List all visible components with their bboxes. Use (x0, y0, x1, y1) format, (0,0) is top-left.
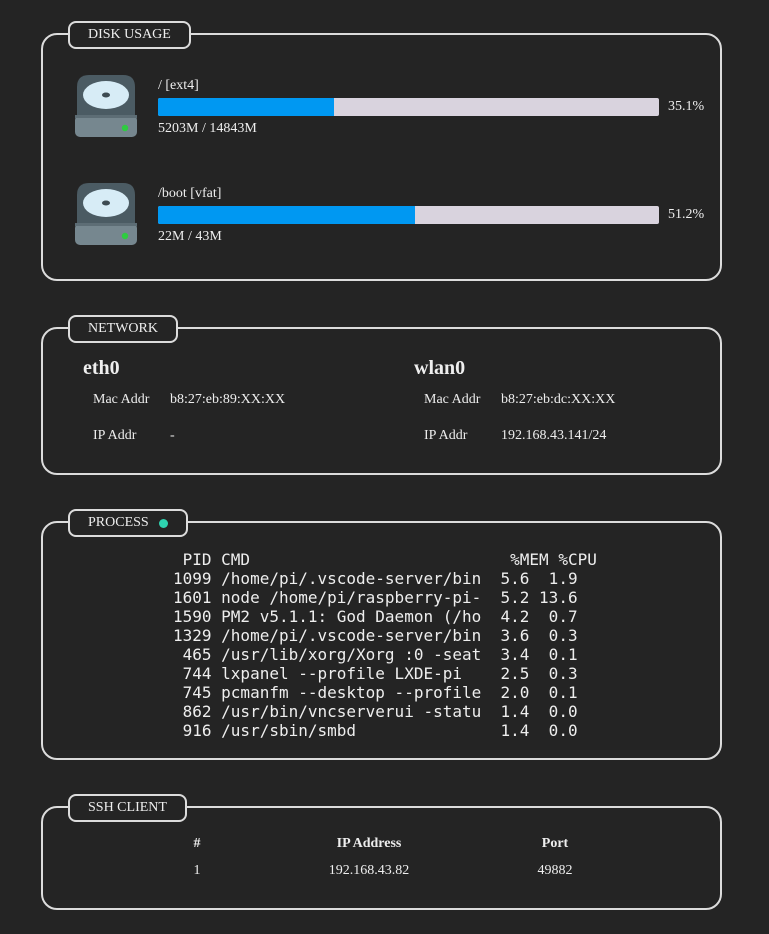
process-title-tab: PROCESS (68, 509, 188, 537)
ip-label: IP Addr (424, 428, 468, 443)
process-title: PROCESS (88, 515, 149, 530)
interface-name: wlan0 (414, 357, 466, 379)
ip-value: 192.168.43.141/24 (501, 428, 607, 443)
ip-value: - (170, 428, 175, 443)
disk-usage-title: DISK USAGE (88, 27, 171, 42)
hard-drive-icon (75, 183, 137, 245)
table-cell-ip-address: 192.168.43.82 (328, 863, 410, 878)
disk-usage-percent: 35.1% (668, 99, 705, 114)
process-list: PID CMD %MEM %CPU 1099 /home/pi/.vscode-… (173, 550, 597, 740)
disk-usage-bar (158, 98, 659, 116)
table-cell-port: 49882 (537, 863, 573, 878)
table-cell-number: 1 (193, 863, 201, 878)
disk-label: /boot [vfat] (158, 186, 222, 201)
disk-usage-bar (158, 206, 659, 224)
disk-usage-bar-fill (158, 206, 415, 224)
hard-drive-icon (75, 75, 137, 137)
disk-row-boot: /boot [vfat] 51.2% 22M / 43M (43, 181, 720, 261)
column-header-port: Port (541, 836, 569, 851)
network-panel: NETWORK eth0 Mac Addr b8:27:eb:89:XX:XX … (41, 315, 722, 475)
interface-wlan0: wlan0 Mac Addr b8:27:eb:dc:XX:XX IP Addr… (414, 357, 714, 464)
network-title-tab: NETWORK (68, 315, 178, 343)
disk-usage-panel: DISK USAGE / [ext4] 35.1% 5203M / 14843M… (41, 21, 722, 281)
column-header-number: # (193, 836, 201, 851)
drive-led (121, 124, 129, 132)
disk-usage-percent: 51.2% (668, 207, 705, 222)
interface-name: eth0 (83, 357, 120, 379)
status-dot-icon (158, 518, 168, 528)
mac-label: Mac Addr (424, 392, 481, 407)
ip-label: IP Addr (93, 428, 137, 443)
ssh-client-panel: SSH CLIENT # IP Address Port 1 192.168.4… (41, 794, 722, 910)
disk-usage-sizes: 5203M / 14843M (158, 121, 257, 136)
drive-led (121, 232, 129, 240)
ssh-client-title-tab: SSH CLIENT (68, 794, 187, 822)
mac-value: b8:27:eb:dc:XX:XX (501, 392, 616, 407)
column-header-ip-address: IP Address (336, 836, 402, 851)
disk-usage-sizes: 22M / 43M (158, 229, 222, 244)
disk-label: / [ext4] (158, 78, 199, 93)
disk-usage-bar-fill (158, 98, 334, 116)
interface-eth0: eth0 Mac Addr b8:27:eb:89:XX:XX IP Addr … (83, 357, 383, 464)
network-title: NETWORK (88, 321, 158, 336)
ip-row: IP Addr 192.168.43.141/24 (424, 428, 714, 464)
mac-label: Mac Addr (93, 392, 150, 407)
mac-row: Mac Addr b8:27:eb:89:XX:XX (93, 392, 383, 428)
process-panel: PROCESS PID CMD %MEM %CPU 1099 /home/pi/… (41, 509, 722, 760)
disk-row-root: / [ext4] 35.1% 5203M / 14843M (43, 73, 720, 153)
ssh-client-title: SSH CLIENT (88, 800, 167, 815)
mac-value: b8:27:eb:89:XX:XX (170, 392, 286, 407)
disk-usage-title-tab: DISK USAGE (68, 21, 191, 49)
ip-row: IP Addr - (93, 428, 383, 464)
mac-row: Mac Addr b8:27:eb:dc:XX:XX (424, 392, 714, 428)
